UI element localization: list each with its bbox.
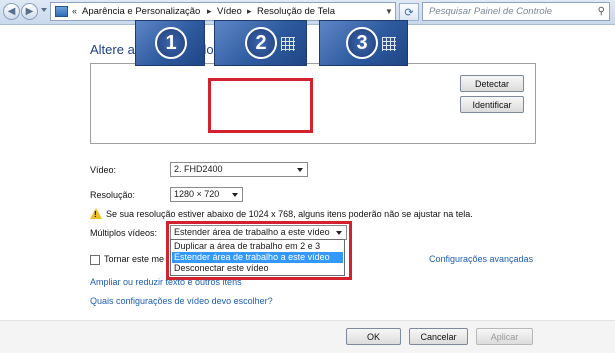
monitor-grid-icon <box>281 37 295 51</box>
resolution-label: Resolução: <box>90 190 136 200</box>
display-value: 2. FHD2400 <box>174 164 223 174</box>
display-select[interactable]: 2. FHD2400 <box>170 162 308 177</box>
address-toolbar: ◀ ▶ « Aparência e Personalização ▸ Vídeo… <box>0 0 615 25</box>
refresh-icon[interactable]: ⟳ <box>399 3 419 21</box>
advanced-settings-link[interactable]: Configurações avançadas <box>429 254 533 264</box>
monitor-3[interactable]: 3 <box>319 20 408 66</box>
ok-button[interactable]: OK <box>346 328 401 345</box>
monitor-number: 3 <box>346 27 378 59</box>
control-panel-icon <box>55 6 68 17</box>
which-settings-link[interactable]: Quais configurações de vídeo devo escolh… <box>90 296 273 306</box>
monitor-number: 2 <box>245 27 277 59</box>
search-icon: ⚲ <box>597 6 605 17</box>
resolution-warning: Se sua resolução estiver abaixo de 1024 … <box>106 209 473 219</box>
monitor-number: 1 <box>155 27 187 59</box>
warning-icon: ! <box>90 208 102 219</box>
make-primary-label: Tornar este me <box>104 254 165 264</box>
display-label: Vídeo: <box>90 165 117 175</box>
monitor-2[interactable]: 2 <box>214 20 307 66</box>
chevron-down-icon <box>232 193 238 197</box>
breadcrumb-arrow-icon[interactable]: ▸ <box>247 6 252 17</box>
breadcrumb-display[interactable]: Vídeo <box>217 6 242 17</box>
resolution-value: 1280 × 720 <box>174 189 220 199</box>
recent-pages-chevron-icon[interactable] <box>41 8 47 12</box>
detect-button[interactable]: Detectar <box>460 75 524 92</box>
make-primary-checkbox[interactable] <box>90 255 100 265</box>
multiple-displays-label: Múltiplos vídeos: <box>90 228 158 238</box>
dropdown-highlight <box>166 221 352 280</box>
text-size-link[interactable]: Ampliar ou reduzir texto e outros itens <box>90 277 242 287</box>
search-input[interactable]: Pesquisar Painel de Controle ⚲ <box>422 2 610 21</box>
resolution-select[interactable]: 1280 × 720 <box>170 187 243 202</box>
monitor-grid-icon <box>382 37 396 51</box>
breadcrumb-appearance[interactable]: Aparência e Personalização <box>82 6 200 17</box>
breadcrumb-overflow-icon[interactable]: « <box>72 6 77 16</box>
selected-monitor-highlight <box>208 78 313 133</box>
breadcrumb-arrow-icon[interactable]: ▸ <box>207 6 212 17</box>
back-button[interactable]: ◀ <box>3 3 20 20</box>
cancel-button[interactable]: Cancelar <box>409 328 468 345</box>
forward-button[interactable]: ▶ <box>21 3 38 20</box>
search-placeholder: Pesquisar Painel de Controle <box>429 6 553 17</box>
address-bar[interactable]: « Aparência e Personalização ▸ Vídeo ▸ R… <box>50 2 396 21</box>
monitor-1[interactable]: 1 <box>135 20 205 66</box>
identify-button[interactable]: Identificar <box>460 96 524 113</box>
address-dropdown-icon[interactable]: ▼ <box>385 7 393 16</box>
apply-button[interactable]: Aplicar <box>476 328 533 345</box>
breadcrumb-screen-resolution[interactable]: Resolução de Tela <box>257 6 335 17</box>
chevron-down-icon <box>297 168 303 172</box>
